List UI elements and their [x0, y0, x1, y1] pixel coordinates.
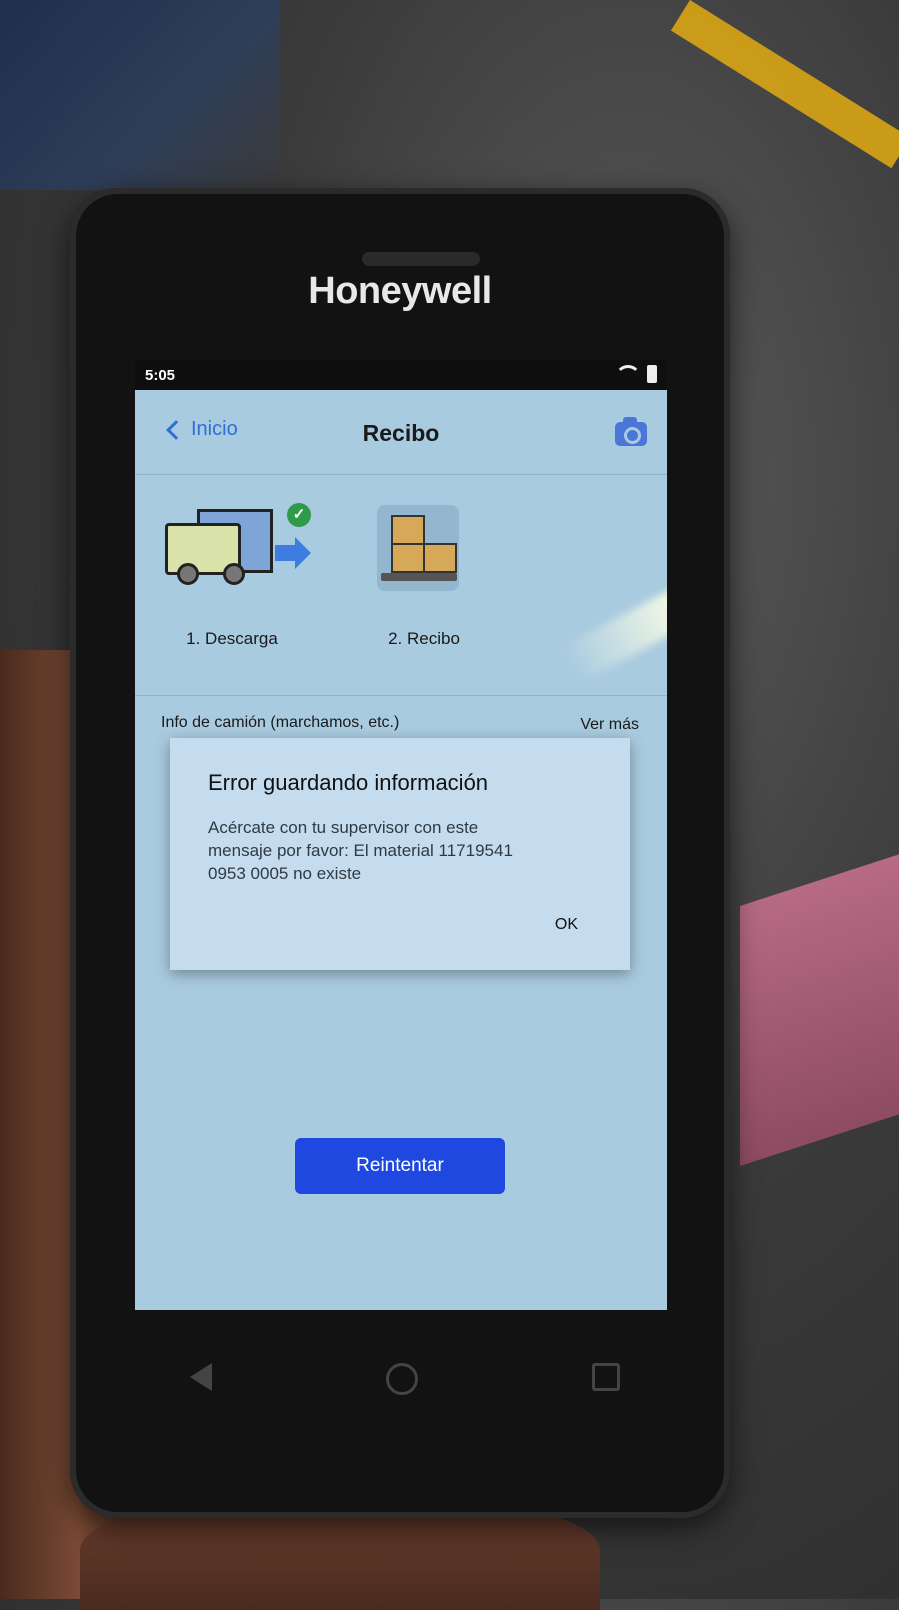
dialog-message: Acércate con tu supervisor con este mens… [208, 818, 513, 883]
speaker-grille [362, 252, 480, 266]
background-pink-object [740, 854, 899, 1166]
system-nav-bar [190, 1363, 620, 1395]
background-yellow-line [670, 0, 899, 169]
step-label: 2. Recibo [388, 629, 460, 648]
page-title: Recibo [362, 420, 440, 446]
nav-home-icon[interactable] [386, 1363, 418, 1395]
ok-button[interactable]: OK [555, 916, 578, 934]
check-icon: ✓ [287, 503, 311, 527]
camera-icon[interactable] [615, 417, 647, 446]
device-brand-logo: Honeywell [308, 270, 492, 312]
see-more-link[interactable]: Ver más [580, 716, 639, 734]
step-descarga[interactable]: ✓ 1. Descarga [147, 503, 317, 649]
battery-icon [647, 365, 657, 383]
step-recibo[interactable]: 2. Recibo [339, 505, 509, 649]
status-bar: 5:05 [135, 360, 667, 390]
dialog-title: Error guardando información [208, 770, 489, 795]
truck-info-label: Info de camión (marchamos, etc.) [161, 714, 400, 731]
status-time: 5:05 [145, 367, 176, 384]
step-label: 1. Descarga [186, 629, 278, 648]
nav-recent-icon[interactable] [592, 1363, 620, 1391]
retry-button[interactable]: Reintentar [295, 1138, 505, 1194]
arrow-right-icon [275, 537, 311, 569]
app-bar: Inicio Recibo [135, 390, 667, 475]
wifi-icon [615, 365, 641, 384]
error-dialog: Error guardando información Acércate con… [170, 738, 630, 970]
background-blur-blue [0, 0, 280, 190]
nav-back-icon[interactable] [190, 1363, 212, 1391]
